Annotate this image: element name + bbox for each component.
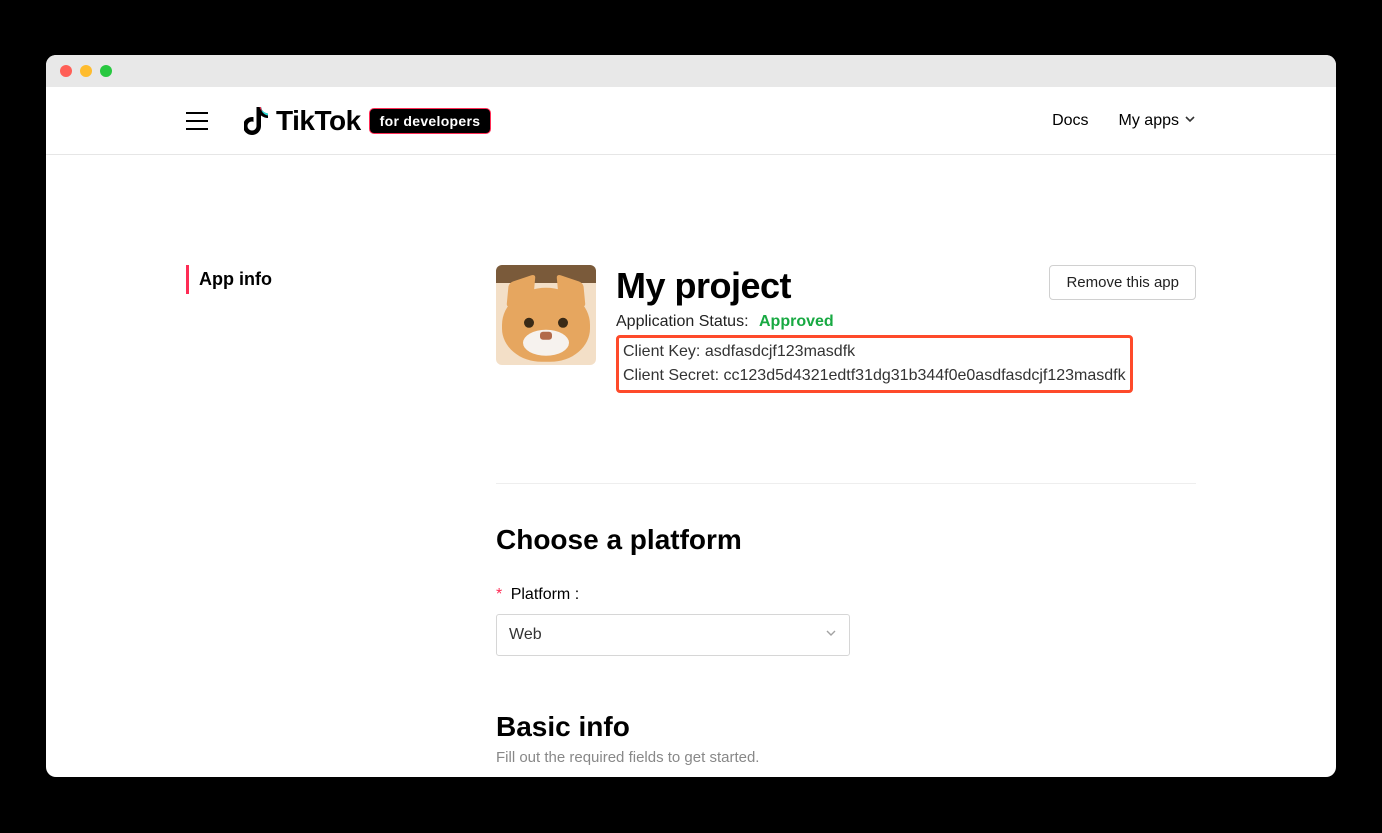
window-close-dot[interactable] <box>60 65 72 77</box>
remove-app-button[interactable]: Remove this app <box>1049 265 1196 300</box>
status-label: Application Status: <box>616 313 749 330</box>
brand-text: TikTok <box>276 105 361 137</box>
app-status: Application Status: Approved <box>616 313 1196 331</box>
platform-selected-value: Web <box>509 626 542 644</box>
client-key-row: Client Key: asdfasdcjf123masdfk <box>623 340 1126 364</box>
nav-my-apps[interactable]: My apps <box>1119 112 1196 130</box>
credentials-highlight: Client Key: asdfasdcjf123masdfk Client S… <box>616 335 1133 393</box>
basic-info-subtitle: Fill out the required fields to get star… <box>496 749 1196 766</box>
page-body: App info My project Application Status: <box>46 155 1336 766</box>
window-zoom-dot[interactable] <box>100 65 112 77</box>
brand-logo[interactable]: TikTok for developers <box>244 105 491 137</box>
top-nav: TikTok for developers Docs My apps <box>46 87 1336 155</box>
top-nav-left: TikTok for developers <box>186 105 491 137</box>
remove-app-label: Remove this app <box>1066 274 1179 291</box>
client-secret-label: Client Secret: <box>623 367 719 384</box>
client-secret-value: cc123d5d4321edtf31dg31b344f0e0asdfasdcjf… <box>724 367 1126 384</box>
main-content: My project Application Status: Approved … <box>496 265 1196 766</box>
chevron-down-icon <box>825 626 837 644</box>
app-header: My project Application Status: Approved … <box>496 265 1196 393</box>
basic-info-section: Basic info Fill out the required fields … <box>496 711 1196 766</box>
nav-docs[interactable]: Docs <box>1052 112 1088 130</box>
window-minimize-dot[interactable] <box>80 65 92 77</box>
platform-select[interactable]: Web <box>496 614 850 656</box>
brand-badge: for developers <box>369 108 492 134</box>
platform-label-text: Platform <box>511 586 571 603</box>
sidebar: App info <box>186 265 456 766</box>
status-value: Approved <box>759 313 834 330</box>
menu-icon[interactable] <box>186 112 208 130</box>
choose-platform-title: Choose a platform <box>496 524 1196 556</box>
client-key-value: asdfasdcjf123masdfk <box>705 343 855 360</box>
platform-field-label: * Platform : <box>496 586 1196 604</box>
app-icon <box>496 265 596 365</box>
chevron-down-icon <box>1184 112 1196 130</box>
section-divider <box>496 483 1196 484</box>
nav-my-apps-label: My apps <box>1119 112 1179 130</box>
top-nav-right: Docs My apps <box>1052 112 1196 130</box>
sidebar-item-label: App info <box>199 269 272 289</box>
nav-docs-label: Docs <box>1052 112 1088 130</box>
sidebar-item-app-info[interactable]: App info <box>186 265 456 294</box>
client-secret-row: Client Secret: cc123d5d4321edtf31dg31b34… <box>623 364 1126 388</box>
required-star: * <box>496 586 502 603</box>
window-titlebar <box>46 55 1336 87</box>
app-window: TikTok for developers Docs My apps App i… <box>46 55 1336 777</box>
tiktok-note-icon <box>244 107 268 135</box>
basic-info-title: Basic info <box>496 711 1196 743</box>
client-key-label: Client Key: <box>623 343 700 360</box>
